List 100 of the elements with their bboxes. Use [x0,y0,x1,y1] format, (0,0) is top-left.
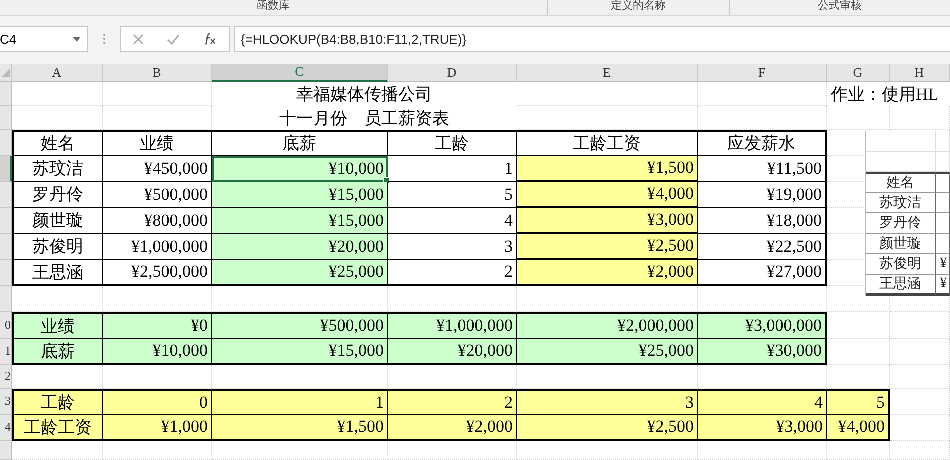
row-label: 业绩 [12,312,103,339]
empty-cell [890,365,950,389]
cancel-icon[interactable] [132,34,144,44]
table-cell: ¥1,500 [517,156,698,182]
column-header[interactable]: B [103,64,212,82]
column-header[interactable]: F [698,64,827,82]
table-cell: ¥3,000 [517,208,698,234]
table-cell: ¥4,000 [827,415,890,441]
table-cell: ¥500,000 [212,312,388,339]
table-cell: ¥22,500 [698,234,827,260]
select-all-triangle-icon[interactable] [2,68,10,76]
table-cell: 3 [517,389,698,415]
table-cell: ¥19,000 [698,182,827,208]
ribbon-group-label: 公式审核 [818,1,862,12]
column-heading: 应发薪水 [698,130,827,156]
table-cell: ¥30,000 [698,339,827,365]
column-heading: 工龄 [388,130,517,156]
empty-cell [866,131,936,152]
name-box[interactable]: C4 [0,26,88,52]
row-header[interactable]: 2 [0,365,12,389]
column-header[interactable]: C [212,64,388,82]
drag-handle-icon [102,33,106,45]
name-cell: 苏俊明 [12,234,103,260]
table-cell: ¥18,000 [698,208,827,234]
table-cell: ¥3,000,000 [698,312,827,339]
row-header[interactable]: 3 [0,389,12,415]
table-cell: 0 [103,389,212,415]
name-cell: 颜世璇 [12,208,103,234]
table-cell: ¥20,000 [388,339,517,365]
table-cell: ¥1,000,000 [388,312,517,339]
table-cell: ¥1,500 [212,415,388,441]
empty-cell [936,172,950,193]
ribbon-group-label: 定义的名称 [611,1,666,12]
dropdown-caret-icon[interactable] [73,36,81,42]
table-cell: ¥15,000 [212,182,388,208]
row-label: 工龄 [12,389,103,415]
column-header[interactable]: D [388,64,517,82]
table-cell: ¥1,000 [103,415,212,441]
empty-cell [936,193,950,213]
name-cell: 罗丹伶 [12,182,103,208]
table-cell: ¥15,000 [212,339,388,365]
sheet-subtitle: 十一月份 员工薪资表 [280,108,450,130]
table-cell: ¥20,000 [212,234,388,260]
name-cell: 苏俊明 [866,254,936,275]
name-cell: 苏玟洁 [12,156,103,182]
select-all-corner[interactable] [0,64,12,82]
formula-field[interactable]: {=HLOOKUP(B4:B8,B10:F11,2,TRUE)} [234,26,950,52]
column-heading: 姓名 [866,172,936,193]
table-cell: ¥ [936,275,950,296]
table-cell: ¥25,000 [517,339,698,365]
column-header[interactable]: A [12,64,103,82]
table-cell: 4 [698,389,827,415]
name-cell: 颜世璇 [866,234,936,254]
name-cell: 王思涵 [12,260,103,286]
column-header[interactable]: E [517,64,698,82]
empty-cell [890,312,950,339]
table-cell: ¥2,000 [388,415,517,441]
row-label: 底薪 [12,339,103,365]
table-cell: 2 [388,389,517,415]
row-header[interactable] [0,156,12,182]
column-heading: 业绩 [103,130,212,156]
column-heading: 姓名 [12,130,103,156]
note-text: 作业：使用HL [831,84,939,106]
table-cell: 5 [827,389,890,415]
table-cell: ¥2,500 [517,234,698,260]
table-cell: 1 [212,389,388,415]
empty-cell [827,106,890,130]
row-header[interactable]: 0 [0,312,12,339]
table-cell: ¥10,000 [212,156,388,182]
table-cell: ¥15,000 [212,208,388,234]
checkmark-icon[interactable] [166,34,180,44]
column-header[interactable]: H [890,64,950,82]
name-cell: 苏玟洁 [866,193,936,213]
empty-cell [866,152,936,172]
empty-cell [890,339,950,365]
table-cell: ¥3,000 [698,415,827,441]
table-cell: ¥4,000 [517,182,698,208]
empty-cell [936,213,950,234]
table-cell: ¥10,000 [103,339,212,365]
row-label: 工龄工资 [12,415,103,441]
table-cell: ¥25,000 [212,260,388,286]
table-cell: ¥2,000,000 [517,312,698,339]
table-cell: ¥27,000 [698,260,827,286]
table-cell: ¥0 [103,312,212,339]
table-cell: ¥11,500 [698,156,827,182]
empty-cell [936,234,950,254]
name-cell: 罗丹伶 [866,213,936,234]
table-cell: ¥ [936,254,950,275]
ribbon-group-label: 函数库 [257,1,290,12]
table-cell: ¥2,500 [517,415,698,441]
table-cell: ¥2,000 [517,260,698,286]
function-icon[interactable] [203,33,218,45]
empty-cell [890,106,950,130]
row-header[interactable]: 1 [0,339,12,365]
empty-cell [890,441,950,460]
sheet-title: 幸福媒体传播公司 [296,84,432,106]
column-header[interactable]: G [827,64,890,82]
name-cell: 王思涵 [866,275,936,296]
row-header[interactable]: 4 [0,415,12,441]
empty-cell [936,152,950,172]
